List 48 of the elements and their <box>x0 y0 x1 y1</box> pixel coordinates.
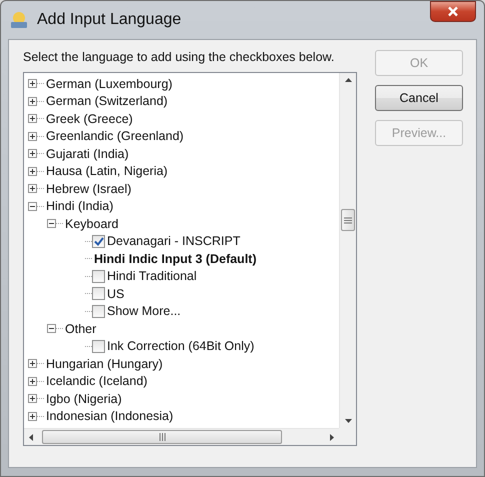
expand-icon[interactable] <box>28 132 37 141</box>
close-button[interactable] <box>430 1 476 22</box>
layout-option[interactable]: Hindi Traditional <box>105 269 197 284</box>
tree-item[interactable]: Igbo (Nigeria) <box>44 392 122 406</box>
tree-item[interactable]: Other <box>63 322 96 336</box>
tree-item[interactable]: Icelandic (Iceland) <box>44 374 148 388</box>
instruction-text: Select the language to add using the checkboxes below. <box>23 50 336 64</box>
expand-icon[interactable] <box>28 184 37 194</box>
expand-icon[interactable] <box>28 412 37 421</box>
expand-icon[interactable] <box>28 96 37 106</box>
expand-icon[interactable] <box>28 359 37 368</box>
expand-icon[interactable] <box>28 166 37 176</box>
tree-item[interactable]: Keyboard <box>63 216 119 231</box>
dialog-button[interactable]: Cancel <box>375 85 463 111</box>
tree-item[interactable]: Indonesian (Indonesia) <box>44 409 174 424</box>
expand-icon[interactable] <box>28 376 37 386</box>
expand-icon[interactable] <box>28 149 37 158</box>
close-icon <box>447 6 459 17</box>
tree-item[interactable]: Greenlandic (Greenland) <box>44 129 184 144</box>
layout-option[interactable]: Hindi Indic Input 3 (Default) <box>92 252 256 266</box>
expand-icon[interactable] <box>28 79 37 88</box>
tree-item[interactable]: Hungarian (Hungary) <box>44 356 163 371</box>
checkbox[interactable] <box>92 270 105 283</box>
collapse-icon[interactable] <box>28 202 37 211</box>
tree-item[interactable]: Gujarati (India) <box>44 146 129 161</box>
layout-option[interactable]: Show More... <box>105 304 181 318</box>
collapse-icon[interactable] <box>47 324 56 334</box>
collapse-icon[interactable] <box>47 219 56 228</box>
tree-item[interactable]: Hausa (Latin, Nigeria) <box>44 164 168 178</box>
checkbox[interactable] <box>92 287 105 300</box>
checkbox[interactable] <box>92 234 105 248</box>
checkbox[interactable] <box>92 304 105 318</box>
tree-item[interactable]: German (Luxembourg) <box>44 76 172 91</box>
layout-option[interactable]: Ink Correction (64Bit Only) <box>105 339 254 354</box>
tree-item[interactable]: Hindi (India) <box>44 199 114 214</box>
checkbox[interactable] <box>92 340 105 353</box>
expand-icon[interactable] <box>28 114 37 124</box>
layout-option[interactable]: Devanagari - INSCRIPT <box>105 234 240 248</box>
vertical-scrollbar[interactable] <box>339 73 356 428</box>
tree-item[interactable]: German (Switzerland) <box>44 94 168 108</box>
tree-item[interactable]: Hebrew (Israel) <box>44 182 132 196</box>
expand-icon[interactable] <box>28 394 37 404</box>
horizontal-scrollbar[interactable] <box>24 428 339 445</box>
window-title: Add Input Language <box>37 11 182 29</box>
tree-item[interactable]: Greek (Greece) <box>44 112 133 126</box>
scroll-thumb[interactable] <box>341 209 355 231</box>
scroll-thumb[interactable] <box>42 430 282 444</box>
layout-option[interactable]: US <box>105 286 124 301</box>
